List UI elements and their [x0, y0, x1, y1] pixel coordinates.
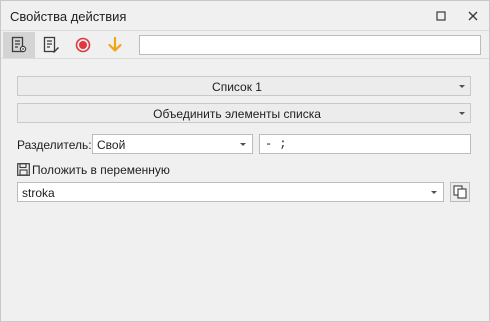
maximize-button[interactable] [433, 8, 449, 24]
record-icon [75, 37, 91, 53]
list-select[interactable]: Список 1 [17, 76, 471, 96]
chevron-down-icon [459, 85, 465, 88]
list-select-value: Список 1 [212, 80, 262, 94]
copy-variable-button[interactable] [450, 182, 470, 202]
notes-button[interactable] [35, 32, 67, 58]
chevron-down-icon [459, 112, 465, 115]
chevron-down-icon [240, 143, 246, 146]
variable-select-value: stroka [22, 186, 55, 200]
title-bar: Свойства действия [1, 1, 489, 31]
maximize-icon [436, 11, 446, 21]
toolbar [1, 31, 489, 59]
move-down-button[interactable] [99, 32, 131, 58]
separator-label: Разделитель: [17, 138, 92, 152]
action-properties-window: Свойства действия Список 1 Объединить эл… [0, 0, 490, 322]
save-variable-icon [17, 163, 30, 176]
copy-icon [453, 185, 467, 199]
save-to-variable-label: Положить в переменную [32, 163, 170, 177]
operation-select-value: Объединить элементы списка [153, 107, 321, 121]
action-name-input[interactable] [139, 35, 481, 55]
properties-icon [11, 36, 27, 53]
properties-tab-button[interactable] [3, 32, 35, 58]
close-button[interactable] [465, 8, 481, 24]
separator-input[interactable] [259, 134, 471, 154]
close-icon [468, 11, 478, 21]
window-title: Свойства действия [10, 9, 127, 24]
record-button[interactable] [67, 32, 99, 58]
separator-type-select[interactable]: Свой [92, 134, 253, 154]
chevron-down-icon [431, 191, 437, 194]
operation-select[interactable]: Объединить элементы списка [17, 103, 471, 123]
notes-icon [43, 36, 59, 53]
arrow-down-icon [108, 36, 122, 52]
variable-select[interactable]: stroka [17, 182, 444, 202]
separator-type-value: Свой [97, 138, 126, 152]
